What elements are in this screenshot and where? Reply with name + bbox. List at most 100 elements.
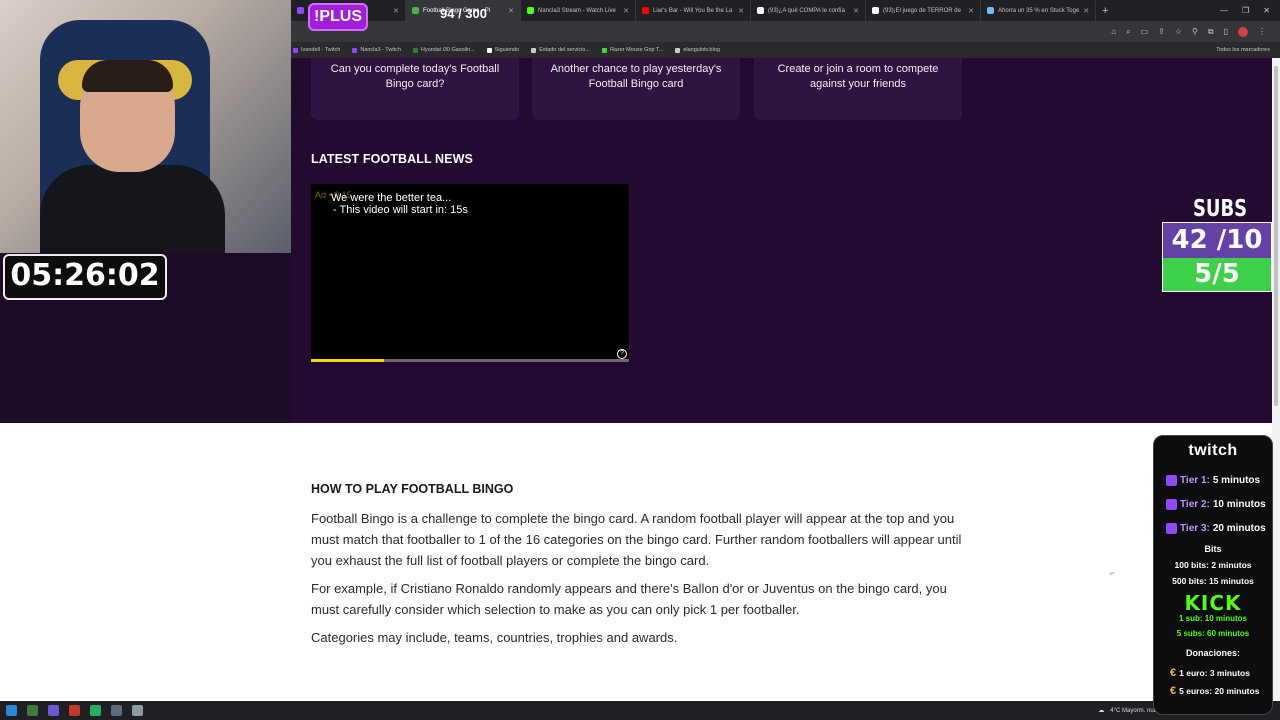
kick-logo: KICK — [1184, 591, 1242, 615]
bookmark-star-icon[interactable]: ☆ — [1175, 27, 1182, 36]
share-icon[interactable]: ⇪ — [1158, 27, 1165, 36]
today-bingo-card[interactable]: Can you complete today's Football Bingo … — [311, 58, 519, 120]
bookmark-item[interactable]: Siguiendo — [486, 47, 520, 53]
sidepanel-icon[interactable]: ▯ — [1224, 27, 1228, 36]
browser-tab[interactable]: (93)¡El juego de TERROR de ✕ — [866, 0, 981, 21]
goal-counter: 94 / 300 — [440, 6, 487, 21]
bookmark-label: elangulotv.blog — [683, 47, 720, 53]
tab-title: (93)¡El juego de TERROR de — [883, 7, 961, 14]
tab-title: Ahorra un 35 % en Stuck Toge — [998, 7, 1080, 14]
tier-name: Tier 3: — [1180, 522, 1210, 534]
menu-icon[interactable]: ⋮ — [1258, 27, 1266, 36]
bookmark-favicon-icon — [352, 47, 358, 53]
tier-row: Tier 2: 10 minutos — [1154, 492, 1272, 516]
app-icon[interactable] — [90, 705, 101, 716]
weather-text: 4°C Mayorm. nubl. — [1110, 707, 1160, 714]
tab-close-icon[interactable]: ✕ — [1083, 7, 1089, 15]
app-icon[interactable] — [48, 705, 59, 716]
bookmark-favicon-icon — [412, 47, 418, 53]
twitch-icon — [1166, 522, 1177, 534]
scrollbar-thumb[interactable] — [1274, 66, 1278, 406]
bookmark-favicon-icon — [531, 47, 537, 53]
chrome-icon[interactable] — [27, 705, 38, 716]
all-bookmarks[interactable]: Todos los marcadores — [1216, 47, 1280, 53]
bookmark-label: Ivandell - Twitch — [301, 47, 341, 53]
bookmark-favicon-icon — [293, 47, 298, 53]
cast-icon[interactable]: ▭ — [1141, 27, 1149, 36]
plus-badge: !PLUS — [308, 3, 368, 31]
tab-favicon-icon — [757, 7, 764, 14]
tab-title: Liar's Bar - Will You Be the La — [653, 7, 733, 14]
tab-favicon-icon — [872, 7, 879, 14]
subs-secondary: 5/5 — [1163, 258, 1271, 291]
stream-timer: 05:26:02 — [3, 254, 167, 300]
subs-count: 42 /10 — [1163, 223, 1271, 258]
card-text: Create or join a room to compete against… — [777, 63, 939, 90]
browser-tab[interactable]: (93)¿A qué COMPA le confía ✕ — [751, 0, 866, 21]
card-text: Another chance to play yesterday's Footb… — [550, 63, 722, 90]
howto-paragraph-1: Football Bingo is a challenge to complet… — [311, 511, 962, 568]
bookmark-label: Hyundai i30 Gasolin... — [420, 47, 475, 53]
bookmark-label: Estado del servicio... — [539, 47, 590, 53]
tab-favicon-icon — [412, 7, 419, 14]
tier-value: 10 minutos — [1212, 498, 1266, 510]
streamer-hair — [82, 60, 173, 92]
bookmark-favicon-icon — [486, 47, 492, 53]
tab-close-icon[interactable]: ✕ — [853, 7, 859, 15]
tab-favicon-icon — [642, 7, 649, 14]
new-tab-button[interactable]: + — [1096, 5, 1114, 17]
video-countdown: - This video will start in: 15s — [333, 204, 468, 216]
browser-tab[interactable]: Nancla3 Stream - Watch Live ✕ — [521, 0, 636, 21]
twitch-logo: twitch — [1188, 442, 1238, 459]
app-icon[interactable] — [69, 705, 80, 716]
bookmark-item[interactable]: Razer Mouse Grip T... — [601, 47, 663, 53]
bookmarks-bar: Ivandell - Twitch Nancla3 - Twitch Hyundai… — [291, 42, 1280, 58]
video-progress-bar[interactable] — [311, 359, 629, 362]
tab-close-icon[interactable]: ✕ — [393, 7, 399, 15]
extension-icon[interactable]: ⚲ — [1192, 27, 1198, 36]
howto-paragraph-2: For example, if Cristiano Ronaldo random… — [311, 581, 947, 617]
bookmark-label: Siguiendo — [494, 47, 520, 53]
tier-value: 5 minutos — [1212, 474, 1261, 486]
minimize-icon[interactable]: — — [1220, 6, 1228, 15]
room-card[interactable]: Create or join a room to compete against… — [754, 58, 962, 120]
bookmark-label: Nancla3 - Twitch — [360, 47, 401, 53]
browser-tab[interactable]: Liar's Bar - Will You Be the La ✕ — [636, 0, 751, 21]
yesterday-bingo-card[interactable]: Another chance to play yesterday's Footb… — [532, 58, 740, 120]
card-text: Can you complete today's Football Bingo … — [330, 63, 500, 90]
extensions-icon[interactable]: ⧉ — [1208, 27, 1214, 37]
donation-row: €1 euro: 3 minutos — [1154, 664, 1272, 682]
window-controls[interactable]: — ❐ ✕ — [1220, 6, 1280, 15]
tab-close-icon[interactable]: ✕ — [738, 7, 744, 15]
steam-icon[interactable] — [111, 705, 122, 716]
start-icon[interactable] — [6, 705, 17, 716]
donation-text: 1 euro: 3 minutos — [1179, 668, 1250, 678]
kick-row: 1 sub: 10 minutos — [1178, 614, 1247, 623]
howto-paragraph-3: Categories may include, teams, countries… — [311, 630, 678, 645]
euro-icon: € — [1170, 685, 1177, 697]
bookmark-item[interactable]: Hyundai i30 Gasolin... — [412, 47, 475, 53]
close-icon[interactable]: ✕ — [1263, 6, 1270, 15]
help-icon[interactable]: ? — [617, 349, 627, 359]
tier-value: 20 minutos — [1212, 522, 1266, 534]
browser-tab[interactable]: Ahorra un 35 % en Stuck Toge ✕ — [981, 0, 1096, 21]
tab-close-icon[interactable]: ✕ — [623, 7, 629, 15]
bookmark-item[interactable]: Ivandell - Twitch — [293, 47, 340, 53]
bookmark-item[interactable]: Nancla3 - Twitch — [352, 47, 401, 53]
tier-name: Tier 1: — [1180, 474, 1210, 486]
video-title: We were the better tea... - This video w… — [331, 192, 468, 216]
translate-icon[interactable]: ⌂ — [1111, 27, 1116, 36]
tab-close-icon[interactable]: ✕ — [508, 7, 514, 15]
tab-favicon-icon — [527, 7, 534, 14]
bookmark-item[interactable]: elangulotv.blog — [675, 47, 720, 53]
address-bar: ⌂ ⌕ ▭ ⇪ ☆ ⚲ ⧉ ▯ ⋮ — [291, 21, 1280, 42]
app-icon[interactable] — [132, 705, 143, 716]
tab-favicon-icon — [987, 7, 994, 14]
zoom-icon[interactable]: ⌕ — [1126, 27, 1130, 37]
euro-icon: € — [1170, 667, 1177, 679]
video-player[interactable]: Ad • 0:15 We were the better tea... - Th… — [311, 184, 629, 362]
tab-close-icon[interactable]: ✕ — [968, 7, 974, 15]
maximize-icon[interactable]: ❐ — [1242, 6, 1249, 15]
bookmark-item[interactable]: Estado del servicio... — [531, 47, 590, 53]
profile-avatar[interactable] — [1238, 26, 1248, 37]
